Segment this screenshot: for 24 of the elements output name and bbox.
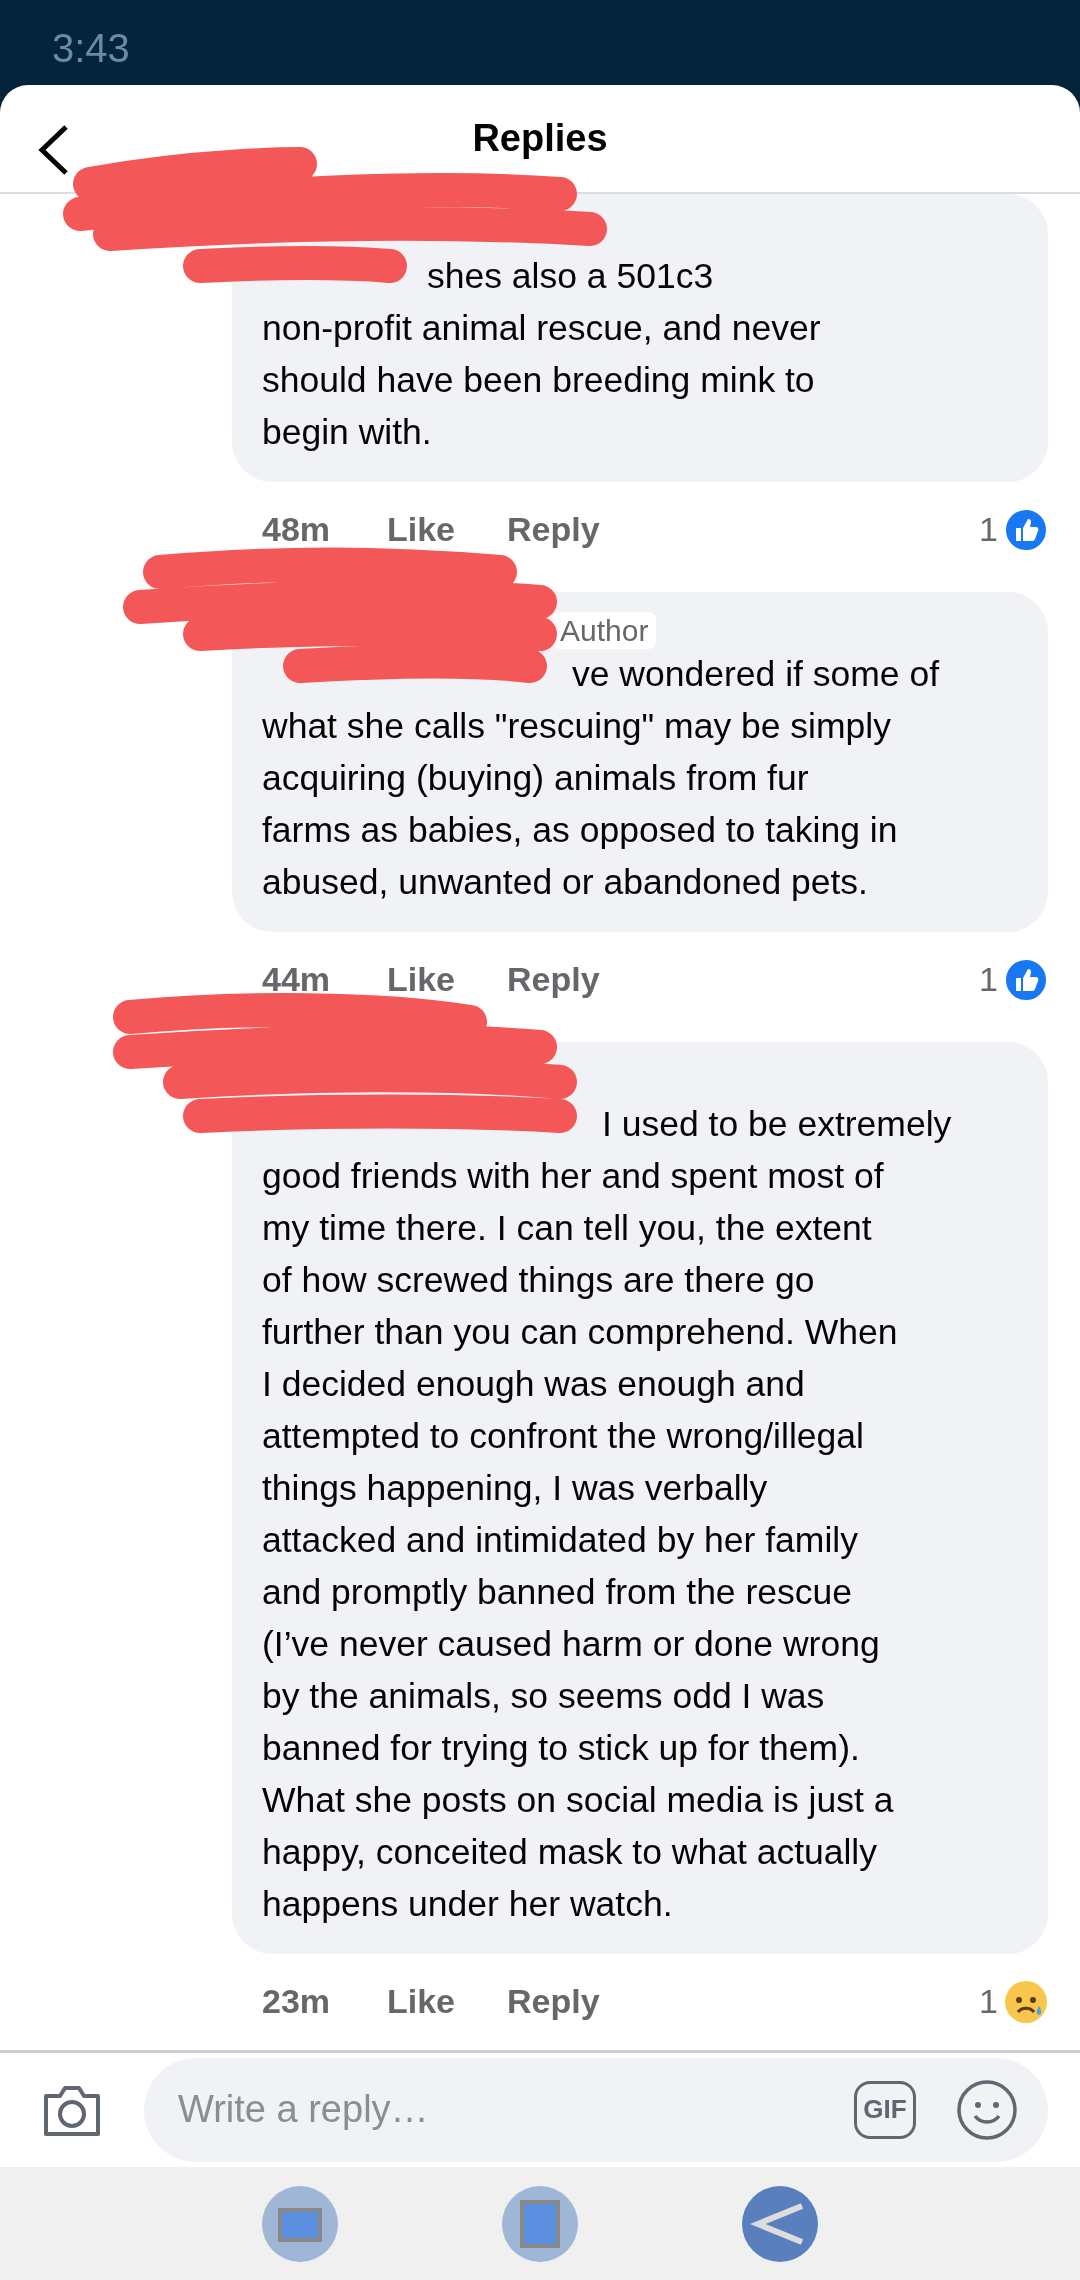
reply-link[interactable]: Reply — [507, 510, 600, 550]
comment-text: I used to be extremely good friends with her and spent most of my time there. I can tell you, the extent of how screwed things are there go further than you can comprehend. When I decided enough was enough and attempted to confront the wrong/illegal things happening, I was verbally attacked and intimidated by her family and promptly banned from the rescue (I’ve never caused harm or done wrong by the animals, so seems odd I was banned for trying to stick up for them). What she posts on social media is just a happy, conceited mask to what actually happens under her watch. — [262, 1102, 953, 1926]
comment-time: 48m — [262, 510, 332, 550]
reply-link[interactable]: Reply — [507, 1982, 600, 2022]
comment-text: shes also a 501c3 non-profit animal rescue, and never should have been breeding mink to begin with. — [262, 254, 822, 454]
author-badge: Author — [552, 611, 657, 649]
status-time: 3:43 — [52, 26, 130, 71]
reply-field[interactable]: Write a reply… GIF — [144, 2057, 1048, 2162]
reaction-count: 1 — [979, 960, 998, 1000]
like-link[interactable]: Like — [387, 960, 456, 1000]
reaction-count: 1 — [979, 510, 998, 550]
like-link[interactable]: Like — [387, 1982, 456, 2022]
comment-text: ve wondered if some of what she calls "rescuing" may be simply acquiring (buying) animals from fur farms as babies, as opposed to taking in abused, unwanted or abandoned pets. — [262, 652, 941, 904]
reply-link[interactable]: Reply — [507, 960, 600, 1000]
comment-time: 23m — [262, 1982, 332, 2022]
recents-button[interactable] — [260, 2183, 340, 2264]
gif-button[interactable]: GIF — [854, 2080, 916, 2139]
reaction-count: 1 — [979, 1982, 998, 2022]
back-nav-button[interactable] — [740, 2183, 820, 2264]
comment-time: 44m — [262, 960, 332, 1000]
page-title: Replies — [472, 116, 608, 160]
like-link[interactable]: Like — [387, 510, 456, 550]
emoji-icon[interactable] — [956, 2078, 1018, 2141]
home-button[interactable] — [500, 2183, 580, 2264]
